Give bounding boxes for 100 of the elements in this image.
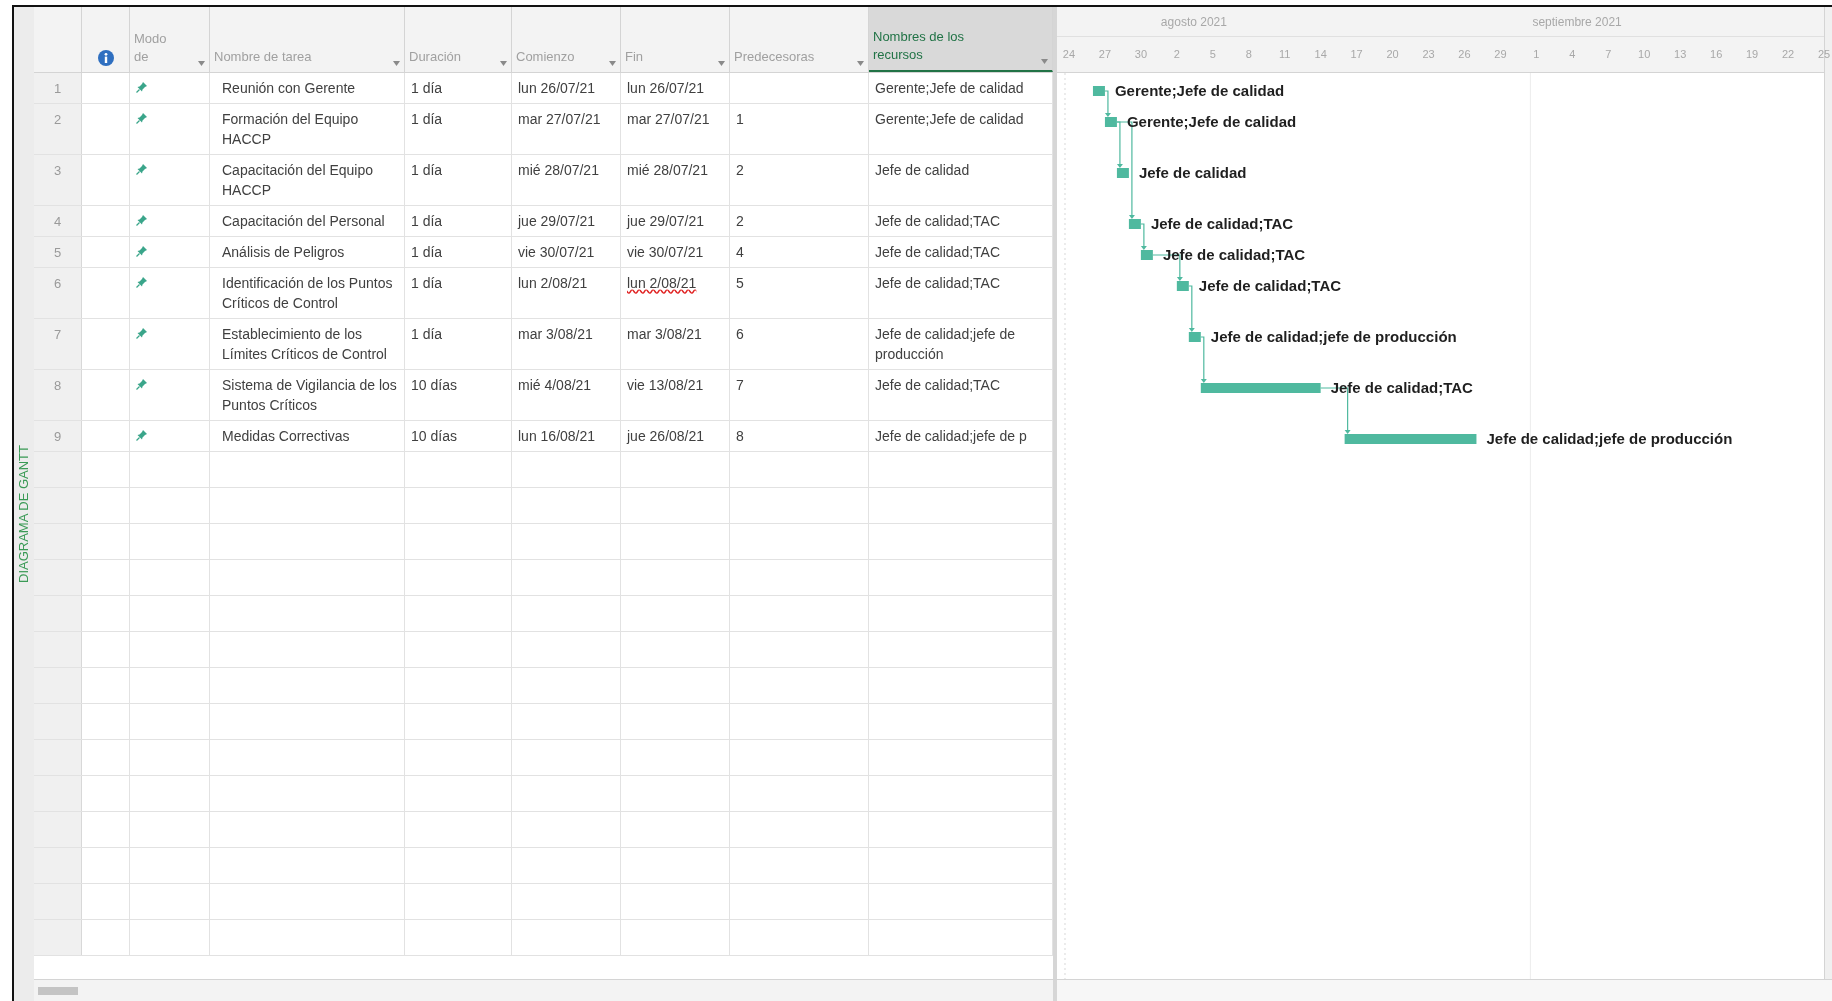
view-label: DIAGRAMA DE GANTT bbox=[15, 445, 33, 583]
task-bar[interactable] bbox=[1188, 332, 1201, 342]
column-header[interactable]: Comienzo bbox=[512, 7, 621, 72]
month-label: septiembre 2021 bbox=[1532, 14, 1622, 31]
column-header[interactable] bbox=[82, 7, 130, 72]
task-start-date: lun 26/07/21 bbox=[518, 80, 596, 96]
day-tick-label: 5 bbox=[1209, 47, 1216, 62]
column-header[interactable]: Fin bbox=[621, 7, 730, 72]
dependency-arrow bbox=[1200, 336, 1207, 383]
day-tick-label: 8 bbox=[1245, 47, 1252, 62]
row-header[interactable] bbox=[34, 812, 82, 847]
row-header[interactable] bbox=[34, 848, 82, 883]
row-header[interactable] bbox=[34, 596, 82, 631]
row-header[interactable] bbox=[34, 776, 82, 811]
row-header[interactable] bbox=[34, 668, 82, 703]
column-header[interactable]: Nombres de los recursos bbox=[869, 7, 1053, 72]
dropdown-caret-icon[interactable] bbox=[718, 61, 725, 66]
day-tick-label: 23 bbox=[1422, 47, 1435, 62]
day-tick-label: 2 bbox=[1173, 47, 1180, 62]
row-header[interactable] bbox=[34, 920, 82, 955]
task-name: Análisis de Peligros bbox=[222, 244, 345, 260]
row-number[interactable]: 4 bbox=[34, 206, 82, 236]
task-duration: 1 día bbox=[411, 80, 443, 96]
dropdown-caret-icon[interactable] bbox=[393, 61, 400, 66]
column-header[interactable]: Nombre de tarea bbox=[210, 7, 405, 72]
task-start-date: lun 2/08/21 bbox=[518, 275, 588, 291]
task-bar[interactable] bbox=[1116, 168, 1129, 178]
task-bar[interactable] bbox=[1104, 117, 1117, 127]
dropdown-caret-icon[interactable] bbox=[500, 61, 507, 66]
task-finish-date: jue 29/07/21 bbox=[627, 213, 705, 229]
task-predecessors: 1 bbox=[736, 111, 744, 127]
pin-icon bbox=[136, 429, 148, 441]
pin-icon bbox=[136, 81, 148, 93]
task-resources: Jefe de calidad;jefe de p bbox=[875, 428, 1027, 444]
task-name: Capacitación del Equipo HACCP bbox=[222, 162, 373, 198]
row-header[interactable] bbox=[34, 632, 82, 667]
day-tick-label: 14 bbox=[1314, 47, 1327, 62]
task-bar[interactable] bbox=[1092, 86, 1105, 96]
task-bar[interactable] bbox=[1140, 250, 1153, 260]
dropdown-caret-icon[interactable] bbox=[198, 61, 205, 66]
row-number[interactable]: 5 bbox=[34, 237, 82, 267]
task-resources: Jefe de calidad;TAC bbox=[875, 244, 1001, 260]
task-duration: 1 día bbox=[411, 275, 443, 291]
task-bar[interactable] bbox=[1176, 281, 1189, 291]
task-finish-date: lun 26/07/21 bbox=[627, 80, 705, 96]
row-number[interactable]: 8 bbox=[34, 370, 82, 420]
row-number[interactable]: 1 bbox=[34, 73, 82, 103]
bar-label: Jefe de calidad;TAC bbox=[1330, 379, 1473, 396]
day-tick-label: 24 bbox=[1062, 47, 1076, 62]
day-tick-label: 17 bbox=[1350, 47, 1363, 62]
bar-label: Jefe de calidad;TAC bbox=[1198, 277, 1342, 294]
task-duration: 1 día bbox=[411, 111, 443, 127]
day-tick-label: 25 bbox=[1817, 47, 1831, 62]
row-header[interactable] bbox=[34, 452, 82, 487]
row-number[interactable]: 9 bbox=[34, 421, 82, 451]
task-duration: 1 día bbox=[411, 162, 443, 178]
day-tick-label: 27 bbox=[1098, 47, 1112, 62]
column-header[interactable]: Modo de bbox=[130, 7, 210, 72]
task-bar[interactable] bbox=[1128, 219, 1141, 229]
row-header[interactable] bbox=[34, 560, 82, 595]
task-resources: Jefe de calidad;TAC bbox=[875, 275, 1001, 291]
task-finish-date: vie 13/08/21 bbox=[627, 377, 704, 393]
task-predecessors: 7 bbox=[736, 377, 744, 393]
row-number[interactable]: 2 bbox=[34, 104, 82, 154]
task-bar[interactable] bbox=[1200, 383, 1321, 393]
column-header[interactable]: Duración bbox=[405, 7, 512, 72]
task-finish-date: mié 28/07/21 bbox=[627, 162, 708, 178]
pin-icon bbox=[136, 327, 148, 339]
task-resources: Jefe de calidad bbox=[875, 162, 970, 178]
row-header[interactable] bbox=[34, 704, 82, 739]
row-header[interactable] bbox=[34, 740, 82, 775]
task-bar[interactable] bbox=[1344, 434, 1477, 444]
info-icon bbox=[97, 50, 114, 66]
task-name: Reunión con Gerente bbox=[222, 80, 356, 96]
row-number[interactable]: 6 bbox=[34, 268, 82, 318]
row-header[interactable] bbox=[34, 488, 82, 523]
task-duration: 1 día bbox=[411, 213, 443, 229]
dropdown-caret-icon[interactable] bbox=[1041, 59, 1048, 64]
day-tick-label: 20 bbox=[1386, 47, 1399, 62]
task-duration: 10 días bbox=[411, 428, 457, 444]
day-tick-label: 22 bbox=[1781, 47, 1795, 62]
task-name: Capacitación del Personal bbox=[222, 213, 385, 229]
row-number[interactable]: 3 bbox=[34, 155, 82, 205]
dropdown-caret-icon[interactable] bbox=[609, 61, 616, 66]
row-number[interactable]: 7 bbox=[34, 319, 82, 369]
task-finish-date: vie 30/07/21 bbox=[627, 244, 704, 260]
task-finish-date: jue 26/08/21 bbox=[627, 428, 705, 444]
bar-label: Jefe de calidad bbox=[1138, 164, 1247, 181]
day-tick-label: 7 bbox=[1605, 47, 1612, 62]
task-start-date: mié 28/07/21 bbox=[518, 162, 599, 178]
dropdown-caret-icon[interactable] bbox=[857, 61, 864, 66]
day-tick-label: 10 bbox=[1638, 47, 1651, 62]
dependency-arrow bbox=[1104, 90, 1111, 117]
row-header[interactable] bbox=[34, 524, 82, 559]
task-start-date: mié 4/08/21 bbox=[518, 377, 592, 393]
column-header[interactable]: Predecesoras bbox=[730, 7, 869, 72]
row-header[interactable] bbox=[34, 884, 82, 919]
bar-label: Gerente;Jefe de calidad bbox=[1126, 113, 1297, 130]
task-predecessors: 6 bbox=[736, 326, 744, 342]
scrollbar-thumb[interactable] bbox=[38, 986, 78, 995]
